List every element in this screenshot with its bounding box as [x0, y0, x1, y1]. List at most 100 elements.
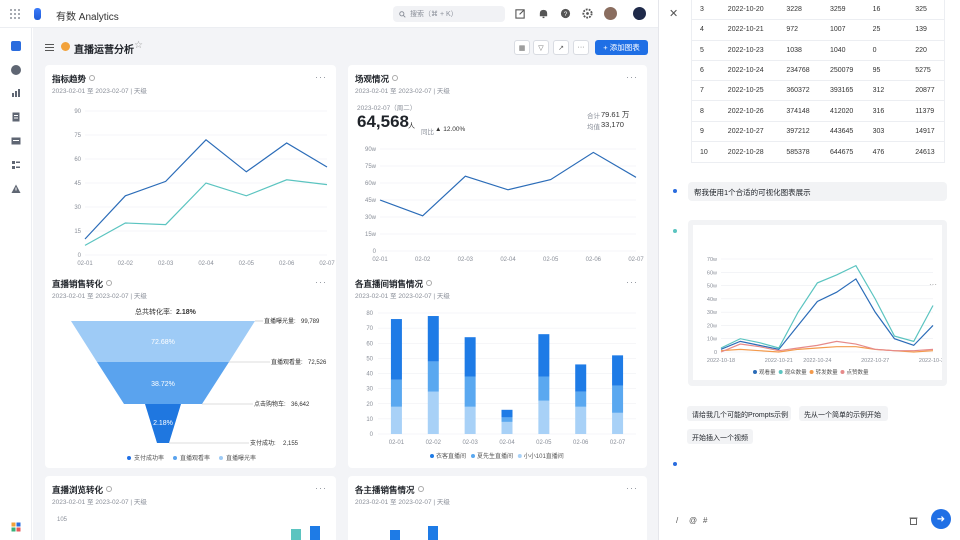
x-tick-label: 02-05	[239, 261, 255, 267]
bar-nav-icon[interactable]	[11, 88, 21, 98]
dashboard-canvas: 直播运营分析 ☆ ▦ ▽ ↗ ··· + 添加图表 指标趋势 2023-02-0…	[33, 28, 658, 540]
table-cell: 2022-10-25	[727, 87, 764, 95]
series-line	[84, 179, 328, 246]
legend-label: 转发数量	[816, 368, 839, 376]
x-tick-label: 02-06	[586, 257, 602, 263]
x-tick-label: 02-07	[628, 257, 644, 263]
document-nav-icon[interactable]	[11, 112, 21, 122]
brand-name: 有数 Analytics	[56, 12, 119, 23]
y-tick-label: 70w	[707, 257, 717, 263]
table-row: 8 2022-10-26 374148 412020 316 11379	[692, 101, 944, 122]
close-icon[interactable]: ✕	[669, 7, 678, 20]
gear-icon[interactable]	[582, 8, 593, 19]
page-header: 直播运营分析 ☆ ▦ ▽ ↗ ··· + 添加图表	[33, 28, 658, 62]
brand-logo	[34, 8, 41, 20]
table-cell: 412020	[829, 107, 854, 115]
list-nav-icon[interactable]	[11, 160, 21, 170]
table-cell: 316	[872, 107, 885, 115]
page-title: 直播运营分析	[74, 45, 134, 56]
trend-card: 指标趋势 2023-02-01 至 2023-02-07 | 天级 ··· 01…	[45, 65, 336, 291]
star-icon[interactable]: ☆	[134, 40, 143, 51]
card-menu-icon[interactable]: ···	[315, 483, 327, 493]
bar-segment	[575, 364, 587, 392]
chat-input[interactable]: / @ #	[671, 510, 951, 530]
warning-nav-icon[interactable]	[11, 184, 21, 194]
send-button[interactable]: ➜	[931, 509, 951, 529]
slash-command-icon[interactable]: /	[676, 516, 678, 525]
bar-segment	[427, 391, 439, 434]
pie-nav-icon[interactable]	[11, 65, 21, 75]
table-cell: 0	[872, 46, 877, 54]
x-tick-label: 02-05	[543, 257, 559, 263]
table-cell: 24613	[915, 148, 935, 156]
apps-nav-icon[interactable]	[11, 522, 21, 532]
y-tick-label: 50w	[707, 284, 717, 290]
y-tick-label: 0	[78, 253, 82, 259]
mention-icon[interactable]: @	[689, 516, 697, 525]
user-avatar[interactable]	[604, 7, 617, 20]
more-icon: ···	[577, 44, 585, 51]
card-nav-icon[interactable]	[11, 136, 21, 146]
dashboard-nav-icon[interactable]	[11, 41, 21, 51]
table-cell: 443645	[829, 127, 854, 135]
y-tick-label: 15w	[365, 232, 377, 238]
card-menu-icon[interactable]: ···	[626, 483, 638, 493]
suggestion-chip[interactable]: 开始插入一个视频	[687, 429, 753, 444]
table-cell: 5	[700, 46, 704, 54]
bar-segment	[612, 412, 624, 434]
bar-segment	[390, 319, 402, 380]
filter-button[interactable]: ▽	[533, 40, 549, 55]
bar-segment	[612, 385, 624, 413]
funnel-label-1: 直播曝光量:	[264, 317, 296, 325]
funnel-pct-1: 72.68%	[151, 339, 175, 346]
help-icon[interactable]: ?	[560, 8, 571, 19]
clear-icon[interactable]	[909, 516, 918, 525]
x-tick-label: 02-01	[389, 440, 405, 446]
bar-segment	[464, 376, 476, 407]
legend-dot	[219, 456, 223, 460]
collapse-menu-icon[interactable]	[45, 44, 54, 51]
card-subtitle: 2023-02-01 至 2023-02-07 | 天级	[355, 499, 450, 506]
hashtag-icon[interactable]: #	[703, 516, 707, 525]
legend-label: 衣客直播间	[436, 452, 466, 460]
y-tick-label: 10	[366, 417, 373, 423]
more-button[interactable]: ···	[573, 40, 589, 55]
y-tick-label: 30	[74, 205, 81, 211]
total-conversion-label: 总共转化率:	[135, 307, 172, 316]
bar-segment	[501, 409, 513, 418]
table-row: 10 2022-10-28 585378 644675 476 24613	[692, 142, 944, 162]
bar-segment	[390, 379, 402, 407]
table-cell: 1040	[829, 46, 846, 54]
table-row: 5 2022-10-23 1038 1040 0 220	[692, 41, 944, 61]
funnel-chart: 总共转化率: 2.18% 72.68% 38.72% 2.18% 直播曝光量: …	[71, 307, 327, 462]
add-chart-button[interactable]: + 添加图表	[595, 40, 648, 55]
x-tick-label: 02-03	[462, 440, 478, 446]
bell-icon[interactable]	[538, 8, 549, 19]
table-cell: 325	[915, 6, 927, 14]
y-tick-label: 20	[366, 402, 373, 408]
workspace-avatar[interactable]	[633, 7, 646, 20]
x-tick-label: 2022-10-21	[765, 358, 793, 364]
table-cell: 4	[700, 26, 704, 34]
reply-chart-card: ··· 0 10w 20w 30w 40w 50w 60w 70w 2022-10-18 2022…	[688, 220, 947, 386]
bar-segment	[464, 406, 476, 434]
y-tick-label: 40w	[707, 297, 717, 303]
legend-dot	[430, 454, 434, 458]
table-cell: 2022-10-26	[727, 107, 764, 115]
calendar-button[interactable]: ▦	[514, 40, 530, 55]
share-button[interactable]: ↗	[553, 40, 569, 55]
legend-dot	[127, 456, 131, 460]
app-grid-icon[interactable]	[10, 9, 20, 19]
calendar-icon: ▦	[518, 44, 526, 52]
x-tick-label: 02-03	[458, 257, 474, 263]
browse-card: 直播浏览转化 2023-02-01 至 2023-02-07 | 天级 ··· …	[45, 476, 336, 540]
search-input[interactable]: 搜索（⌘ + K）	[393, 6, 505, 22]
suggestion-chip[interactable]: 先从一个简单的示例开始	[799, 406, 888, 421]
edit-icon[interactable]	[515, 8, 526, 19]
suggestion-chip[interactable]: 请给我几个可能的Prompts示例	[687, 406, 791, 421]
table-cell: 585378	[786, 148, 810, 156]
x-tick-label: 02-06	[279, 261, 295, 267]
funnel-label-4: 支付成功:	[250, 439, 276, 447]
assistant-panel: ✕ 3 2022-10-20 3228 3259 16 325 4 2022-10-21 972…	[658, 0, 960, 540]
data-table: 3 2022-10-20 3228 3259 16 325 4 2022-10-21 972 10…	[691, 0, 945, 164]
